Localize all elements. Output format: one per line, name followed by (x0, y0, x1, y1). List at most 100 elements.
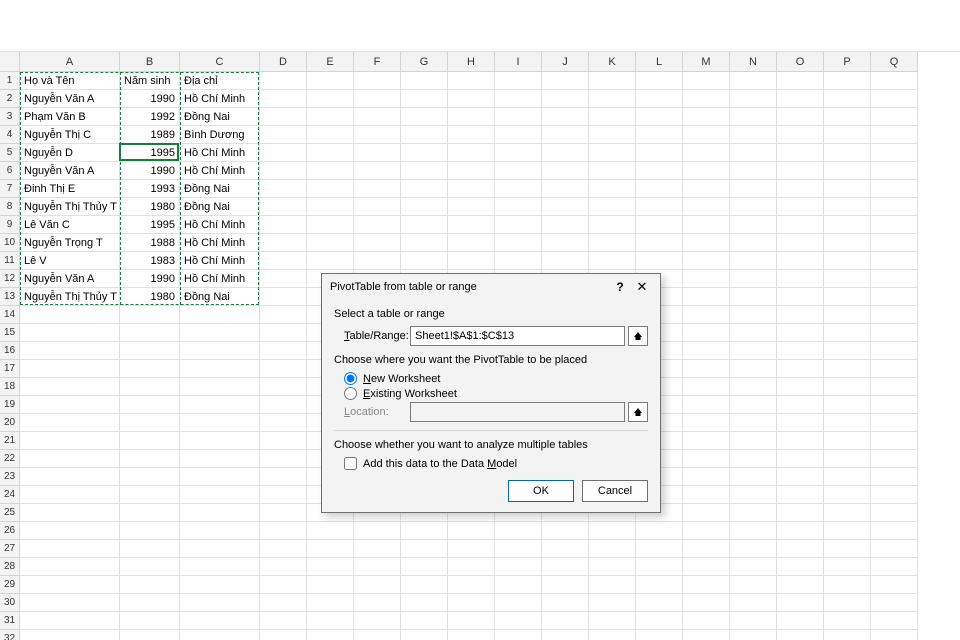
cell-B21[interactable] (120, 432, 180, 450)
cell-O9[interactable] (777, 216, 824, 234)
cell-C5[interactable]: Hồ Chí Minh (180, 144, 260, 162)
cell-B14[interactable] (120, 306, 180, 324)
cell-H6[interactable] (448, 162, 495, 180)
new-worksheet-radio[interactable]: New Worksheet (334, 372, 648, 385)
cell-M23[interactable] (683, 468, 730, 486)
cell-C22[interactable] (180, 450, 260, 468)
cell-A32[interactable] (20, 630, 120, 640)
cell-G11[interactable] (401, 252, 448, 270)
cell-O31[interactable] (777, 612, 824, 630)
cell-Q18[interactable] (871, 378, 918, 396)
cell-N29[interactable] (730, 576, 777, 594)
cell-K9[interactable] (589, 216, 636, 234)
cell-Q2[interactable] (871, 90, 918, 108)
cell-G10[interactable] (401, 234, 448, 252)
cell-O29[interactable] (777, 576, 824, 594)
cell-A14[interactable] (20, 306, 120, 324)
cell-P16[interactable] (824, 342, 871, 360)
cell-P17[interactable] (824, 360, 871, 378)
cell-D11[interactable] (260, 252, 307, 270)
table-range-input[interactable] (410, 326, 625, 346)
row-header-4[interactable]: 4 (0, 126, 20, 144)
cell-H8[interactable] (448, 198, 495, 216)
cell-M13[interactable] (683, 288, 730, 306)
cell-A2[interactable]: Nguyễn Văn A (20, 90, 120, 108)
cell-O5[interactable] (777, 144, 824, 162)
cell-D3[interactable] (260, 108, 307, 126)
cell-P21[interactable] (824, 432, 871, 450)
cell-G28[interactable] (401, 558, 448, 576)
cell-I10[interactable] (495, 234, 542, 252)
cell-N11[interactable] (730, 252, 777, 270)
cell-F4[interactable] (354, 126, 401, 144)
cell-I11[interactable] (495, 252, 542, 270)
cell-L5[interactable] (636, 144, 683, 162)
cell-A23[interactable] (20, 468, 120, 486)
cell-O27[interactable] (777, 540, 824, 558)
cell-F2[interactable] (354, 90, 401, 108)
cell-A1[interactable]: Họ và Tên (20, 72, 120, 90)
cell-M28[interactable] (683, 558, 730, 576)
row-header-18[interactable]: 18 (0, 378, 20, 396)
row-header-31[interactable]: 31 (0, 612, 20, 630)
cell-L31[interactable] (636, 612, 683, 630)
cell-N14[interactable] (730, 306, 777, 324)
cell-Q1[interactable] (871, 72, 918, 90)
cell-C32[interactable] (180, 630, 260, 640)
row-header-15[interactable]: 15 (0, 324, 20, 342)
cell-L28[interactable] (636, 558, 683, 576)
cell-I28[interactable] (495, 558, 542, 576)
cell-F27[interactable] (354, 540, 401, 558)
cell-F8[interactable] (354, 198, 401, 216)
cell-B25[interactable] (120, 504, 180, 522)
cell-D32[interactable] (260, 630, 307, 640)
column-header-E[interactable]: E (307, 52, 354, 72)
cell-A16[interactable] (20, 342, 120, 360)
cell-M5[interactable] (683, 144, 730, 162)
cell-G8[interactable] (401, 198, 448, 216)
cell-Q24[interactable] (871, 486, 918, 504)
cell-P26[interactable] (824, 522, 871, 540)
cell-B30[interactable] (120, 594, 180, 612)
cell-N22[interactable] (730, 450, 777, 468)
cell-M22[interactable] (683, 450, 730, 468)
cell-D13[interactable] (260, 288, 307, 306)
cell-M19[interactable] (683, 396, 730, 414)
cell-E2[interactable] (307, 90, 354, 108)
column-header-F[interactable]: F (354, 52, 401, 72)
row-header-12[interactable]: 12 (0, 270, 20, 288)
cell-O16[interactable] (777, 342, 824, 360)
cell-G7[interactable] (401, 180, 448, 198)
cell-N9[interactable] (730, 216, 777, 234)
cell-I3[interactable] (495, 108, 542, 126)
cell-J5[interactable] (542, 144, 589, 162)
cell-M20[interactable] (683, 414, 730, 432)
cell-G31[interactable] (401, 612, 448, 630)
cell-Q29[interactable] (871, 576, 918, 594)
cell-H7[interactable] (448, 180, 495, 198)
cell-A13[interactable]: Nguyễn Thị Thủy T (20, 288, 120, 306)
cell-I9[interactable] (495, 216, 542, 234)
cell-M6[interactable] (683, 162, 730, 180)
cell-K5[interactable] (589, 144, 636, 162)
cell-K11[interactable] (589, 252, 636, 270)
cell-E27[interactable] (307, 540, 354, 558)
cell-B3[interactable]: 1992 (120, 108, 180, 126)
cell-D4[interactable] (260, 126, 307, 144)
cell-A9[interactable]: Lê Văn C (20, 216, 120, 234)
cell-H1[interactable] (448, 72, 495, 90)
cell-J28[interactable] (542, 558, 589, 576)
cell-G26[interactable] (401, 522, 448, 540)
cell-D1[interactable] (260, 72, 307, 90)
cell-N5[interactable] (730, 144, 777, 162)
cell-H9[interactable] (448, 216, 495, 234)
cell-L26[interactable] (636, 522, 683, 540)
row-header-20[interactable]: 20 (0, 414, 20, 432)
cell-D31[interactable] (260, 612, 307, 630)
cell-P11[interactable] (824, 252, 871, 270)
cell-C29[interactable] (180, 576, 260, 594)
select-all-corner[interactable] (0, 52, 20, 72)
cell-F1[interactable] (354, 72, 401, 90)
cell-P20[interactable] (824, 414, 871, 432)
cell-O2[interactable] (777, 90, 824, 108)
